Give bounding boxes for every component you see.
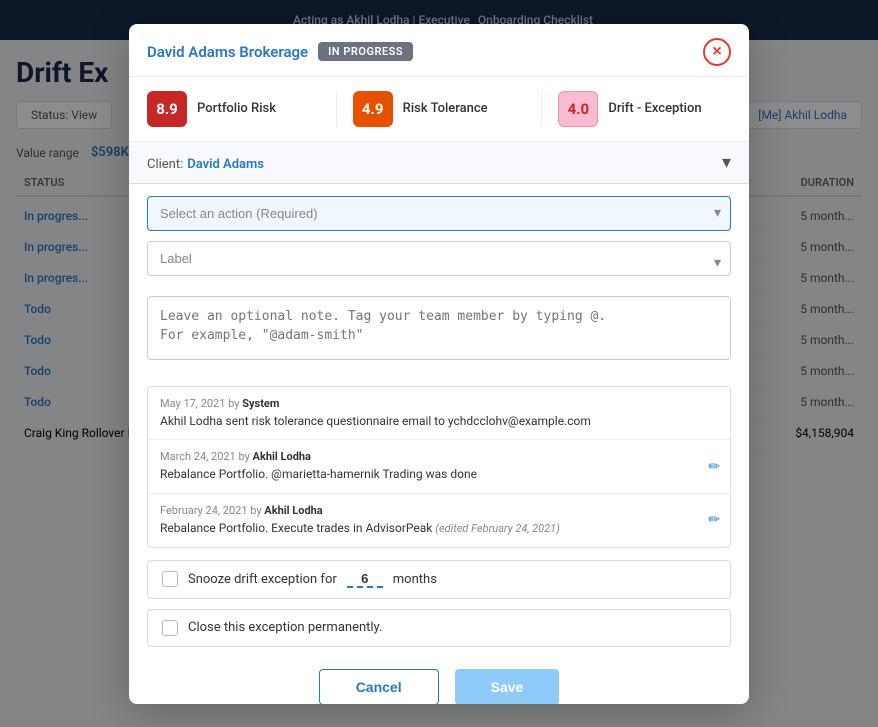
score-cards: 8.9 Portfolio Risk 4.9 Risk Tolerance 4.… [129, 77, 749, 142]
client-row[interactable]: Client: David Adams ▾ [129, 142, 749, 184]
label-select-wrapper: Label ▾ [147, 241, 731, 286]
activity-date-0: May 17, 2021 [160, 397, 225, 410]
modal-header: David Adams Brokerage In progress × [129, 24, 749, 77]
activity-text-0: Akhil Lodha sent risk tolerance question… [160, 413, 718, 430]
label-select[interactable]: Label [147, 241, 731, 276]
save-button[interactable]: Save [455, 669, 560, 704]
drift-exception-card: 4.0 Drift - Exception [558, 91, 731, 127]
snooze-input[interactable]: 6 [347, 571, 383, 588]
client-info: Client: David Adams [147, 153, 264, 172]
drift-exception-modal: David Adams Brokerage In progress × 8.9 … [129, 24, 749, 704]
risk-tolerance-badge: 4.9 [353, 91, 393, 127]
activity-item-2: February 24, 2021 by Akhil Lodha Rebalan… [148, 494, 730, 547]
client-name: David Adams [187, 157, 264, 172]
activity-by-1: Akhil Lodha [253, 450, 311, 463]
close-button[interactable]: × [703, 38, 731, 66]
modal-overlay: David Adams Brokerage In progress × 8.9 … [0, 0, 878, 727]
client-label: Client: [147, 157, 183, 172]
edit-icon-2[interactable]: ✏ [708, 512, 720, 528]
activity-meta-2: February 24, 2021 by Akhil Lodha [160, 504, 718, 517]
activity-text-2: Rebalance Portfolio. Execute trades in A… [160, 520, 718, 537]
close-permanently-row: Close this exception permanently. [147, 609, 731, 647]
activity-meta-1: March 24, 2021 by Akhil Lodha [160, 450, 718, 463]
modal-header-left: David Adams Brokerage In progress [147, 42, 413, 61]
close-permanently-checkbox[interactable] [162, 620, 178, 636]
status-badge: In progress [318, 42, 413, 61]
drift-exception-badge: 4.0 [558, 91, 598, 127]
snooze-label-pre: Snooze drift exception for [188, 572, 337, 587]
chevron-down-icon: ▾ [722, 152, 731, 173]
risk-tolerance-card: 4.9 Risk Tolerance [353, 91, 543, 127]
action-select-wrapper: Select an action (Required) ▾ [147, 196, 731, 231]
snooze-label-post: months [393, 572, 437, 587]
activity-text-1: Rebalance Portfolio. @marietta-hamernik … [160, 466, 718, 483]
activity-date-2: February 24, 2021 [160, 504, 248, 517]
activity-item-0: May 17, 2021 by System Akhil Lodha sent … [148, 387, 730, 441]
portfolio-risk-badge: 8.9 [147, 91, 187, 127]
edit-icon-1[interactable]: ✏ [708, 459, 720, 475]
drift-exception-label: Drift - Exception [608, 101, 701, 116]
risk-tolerance-label: Risk Tolerance [403, 101, 488, 116]
cancel-button[interactable]: Cancel [319, 669, 439, 704]
brokerage-name: David Adams Brokerage [147, 43, 308, 61]
form-area: Select an action (Required) ▾ Label ▾ [129, 184, 749, 386]
activity-by-2: Akhil Lodha [264, 504, 322, 517]
notes-textarea[interactable] [147, 296, 731, 360]
activity-item-1: March 24, 2021 by Akhil Lodha Rebalance … [148, 440, 730, 494]
portfolio-risk-card: 8.9 Portfolio Risk [147, 91, 337, 127]
modal-footer: Cancel Save [129, 657, 749, 704]
action-select[interactable]: Select an action (Required) [147, 196, 731, 231]
edited-note-2: (edited February 24, 2021) [435, 522, 559, 535]
activity-meta-0: May 17, 2021 by System [160, 397, 718, 410]
activity-by-0: System [242, 397, 279, 410]
activity-log: May 17, 2021 by System Akhil Lodha sent … [147, 386, 731, 548]
portfolio-risk-label: Portfolio Risk [197, 101, 276, 116]
snooze-checkbox[interactable] [162, 571, 178, 587]
snooze-row: Snooze drift exception for 6 months [147, 560, 731, 599]
close-permanently-label: Close this exception permanently. [188, 620, 382, 635]
activity-date-1: March 24, 2021 [160, 450, 236, 463]
